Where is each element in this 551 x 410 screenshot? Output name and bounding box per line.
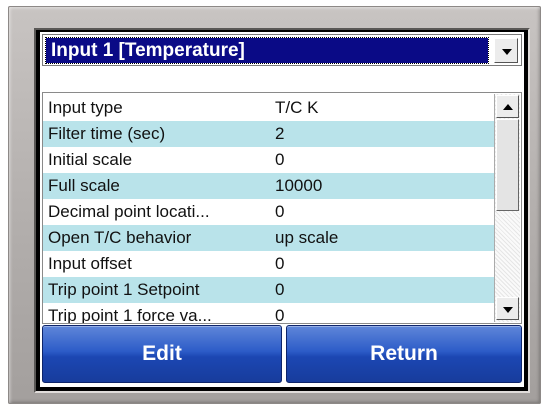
return-button[interactable]: Return: [286, 325, 522, 383]
list-item[interactable]: Open T/C behavior up scale: [43, 225, 494, 251]
parameter-name: Open T/C behavior: [48, 228, 192, 247]
dropdown-arrow-button[interactable]: [494, 38, 518, 63]
parameter-name: Full scale: [48, 176, 120, 195]
input-select-dropdown[interactable]: Input 1 [Temperature]: [42, 34, 522, 66]
parameter-rows: Input type T/C K Filter time (sec) 2 Ini…: [43, 95, 494, 324]
parameter-name: Input offset: [48, 254, 132, 273]
vertical-scrollbar[interactable]: [494, 94, 520, 322]
parameter-name: Initial scale: [48, 150, 133, 169]
parameter-value: 2: [275, 124, 285, 143]
parameter-name: Filter time (sec): [48, 124, 166, 143]
parameter-name: Input type: [48, 98, 123, 117]
dropdown-selected-text: Input 1 [Temperature]: [51, 40, 245, 61]
list-item[interactable]: Input offset 0: [43, 251, 494, 277]
list-item[interactable]: Trip point 1 force va... 0: [43, 303, 494, 324]
parameter-value: 0: [275, 306, 285, 324]
chevron-down-icon: [502, 49, 512, 55]
parameter-value: T/C K: [275, 98, 319, 117]
scroll-up-button[interactable]: [496, 95, 519, 118]
list-item[interactable]: Decimal point locati... 0: [43, 199, 494, 225]
parameter-value: 0: [275, 254, 285, 273]
parameter-value: 0: [275, 280, 285, 299]
parameter-list[interactable]: Input type T/C K Filter time (sec) 2 Ini…: [42, 92, 522, 324]
list-item[interactable]: Input type T/C K: [43, 95, 494, 121]
parameter-value: 0: [275, 150, 285, 169]
list-item[interactable]: Filter time (sec) 2: [43, 121, 494, 147]
edit-button[interactable]: Edit: [42, 325, 282, 383]
display: Input 1 [Temperature] Input type T/C K F…: [40, 32, 524, 387]
list-item[interactable]: Full scale 10000: [43, 173, 494, 199]
parameter-name: Trip point 1 Setpoint: [48, 280, 200, 299]
scroll-down-button[interactable]: [496, 297, 519, 320]
parameter-name: Trip point 1 force va...: [48, 306, 212, 324]
chevron-down-icon: [503, 307, 513, 313]
parameter-value: 10000: [275, 176, 323, 195]
list-item[interactable]: Trip point 1 Setpoint 0: [43, 277, 494, 303]
list-item[interactable]: Initial scale 0: [43, 147, 494, 173]
chevron-up-icon: [503, 104, 513, 110]
parameter-value: up scale: [275, 228, 339, 247]
scrollbar-thumb[interactable]: [496, 119, 519, 211]
parameter-value: 0: [275, 202, 285, 221]
parameter-name: Decimal point locati...: [48, 202, 210, 221]
dropdown-selection[interactable]: Input 1 [Temperature]: [45, 37, 489, 64]
